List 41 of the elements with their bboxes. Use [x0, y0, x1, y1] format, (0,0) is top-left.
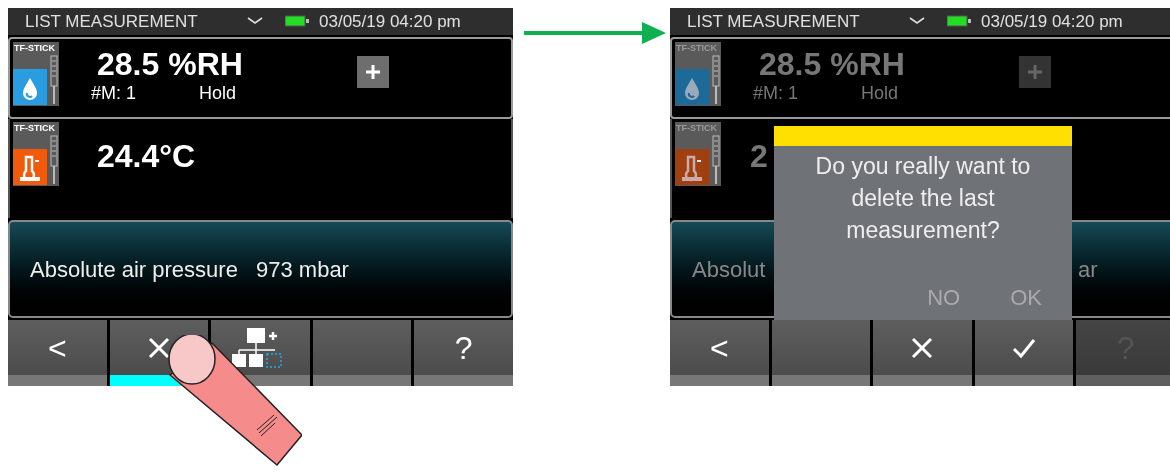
sensor-type-label: TF-STICK: [13, 41, 56, 55]
sensor-card[interactable]: TF-STICK 28.5 %RH #M: 1 Hold: [670, 36, 1170, 119]
info-label: Absolut: [692, 255, 767, 284]
probe-icon: [50, 134, 58, 185]
measurement-value: 28.5 %RH: [759, 45, 906, 82]
sensor-card[interactable]: TF-STICK 24.4°C: [8, 118, 513, 219]
screen-title: LIST MEASUREMENT: [25, 10, 199, 33]
thermometer-icon: [13, 148, 47, 185]
battery-icon: [285, 15, 309, 28]
right-arrow-icon: [524, 22, 666, 44]
water-drop-icon: [13, 68, 47, 105]
hold-status: Hold: [199, 81, 237, 104]
thermometer-icon: [675, 148, 709, 185]
probe-icon: [712, 134, 720, 185]
measurement-count: #M: 1: [91, 81, 138, 104]
chevron-down-icon[interactable]: [909, 17, 925, 26]
probe-icon: [50, 54, 58, 105]
sensor-type-label: TF-STICK: [13, 121, 56, 135]
measurement-count: #M: 1: [753, 81, 800, 104]
dialog-message: Do you really want to delete the last measurement?: [814, 152, 1032, 245]
measurement-value: 2: [750, 136, 768, 176]
date-time: 03/05/19 04:20 pm: [981, 10, 1123, 33]
measurement-value: 28.5 %RH: [97, 45, 244, 82]
info-value: 973 mbar: [256, 255, 349, 284]
info-label: Absolute air pressure: [30, 255, 239, 284]
probe-icon: [712, 54, 720, 105]
water-drop-icon: [675, 68, 709, 105]
hold-status: Hold: [861, 81, 899, 104]
chevron-down-icon[interactable]: [247, 17, 263, 26]
close-icon: [911, 336, 934, 359]
battery-icon: [947, 15, 971, 28]
checkmark-icon: [1012, 337, 1037, 358]
screen-title: LIST MEASUREMENT: [687, 10, 861, 33]
date-time: 03/05/19 04:20 pm: [319, 10, 461, 33]
info-value: ar: [1078, 255, 1098, 284]
sensor-type-label: TF-STICK: [675, 121, 718, 135]
close-icon: [147, 336, 170, 359]
sensor-card[interactable]: TF-STICK 28.5 %RH #M: 1 Hold: [8, 36, 513, 119]
plus-icon[interactable]: [357, 55, 389, 88]
sensor-type-label: TF-STICK: [675, 41, 718, 55]
measurement-value: 24.4°C: [97, 136, 196, 176]
